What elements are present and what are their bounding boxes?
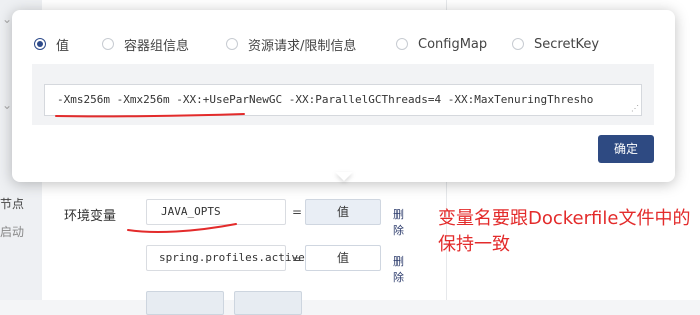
tab-label: 资源请求/限制信息 — [248, 38, 357, 54]
delete-link[interactable]: 删除 — [393, 206, 406, 238]
env-name-input[interactable]: JAVA_OPTS — [146, 199, 286, 225]
env-name-input[interactable]: spring.profiles.active — [146, 245, 305, 271]
tab-resource-info[interactable]: 资源请求/限制信息 — [226, 34, 356, 54]
sidebar-label-node: 节点 — [0, 197, 25, 211]
sidebar-label-start: 启动 — [0, 225, 25, 239]
tab-label: ConfigMap — [418, 36, 488, 52]
popover-arrow — [335, 172, 353, 181]
value-button[interactable]: 值 — [305, 245, 381, 271]
value-panel: -Xms256m -Xmx256m -XX:+UseParNewGC -XX:P… — [32, 64, 654, 125]
value-textarea[interactable]: -Xms256m -Xmx256m -XX:+UseParNewGC -XX:P… — [44, 84, 642, 116]
tab-label: SecretKey — [534, 36, 600, 52]
value-popover: 值 容器组信息 资源请求/限制信息 ConfigMap SecretKey -X… — [12, 10, 675, 182]
radio-icon — [512, 38, 524, 50]
tab-label: 值 — [56, 38, 70, 54]
equals-sign: = — [292, 205, 303, 219]
radio-icon — [396, 38, 408, 50]
confirm-button[interactable]: 确定 — [598, 135, 654, 163]
resize-grip-icon[interactable]: ⋰ — [631, 105, 639, 113]
tab-configmap[interactable]: ConfigMap — [396, 34, 487, 54]
tab-secretkey[interactable]: SecretKey — [512, 34, 599, 54]
value-text: -Xms256m -Xmx256m -XX:+UseParNewGC -XX:P… — [57, 93, 594, 106]
annotation-note: 变量名要跟Dockerfile文件中的保持一致 — [438, 208, 691, 255]
secondary-button[interactable] — [234, 291, 302, 315]
value-button[interactable]: 值 — [305, 199, 381, 225]
tab-value[interactable]: 值 — [34, 34, 69, 54]
add-button[interactable] — [146, 291, 224, 315]
delete-link[interactable]: 删除 — [393, 253, 406, 285]
radio-icon — [102, 38, 114, 50]
equals-sign: = — [292, 252, 303, 266]
radio-checked-icon — [34, 38, 46, 50]
tab-label: 容器组信息 — [124, 38, 190, 54]
radio-icon — [226, 38, 238, 50]
tab-pod-info[interactable]: 容器组信息 — [102, 34, 189, 54]
env-var-label: 环境变量 — [64, 209, 117, 224]
